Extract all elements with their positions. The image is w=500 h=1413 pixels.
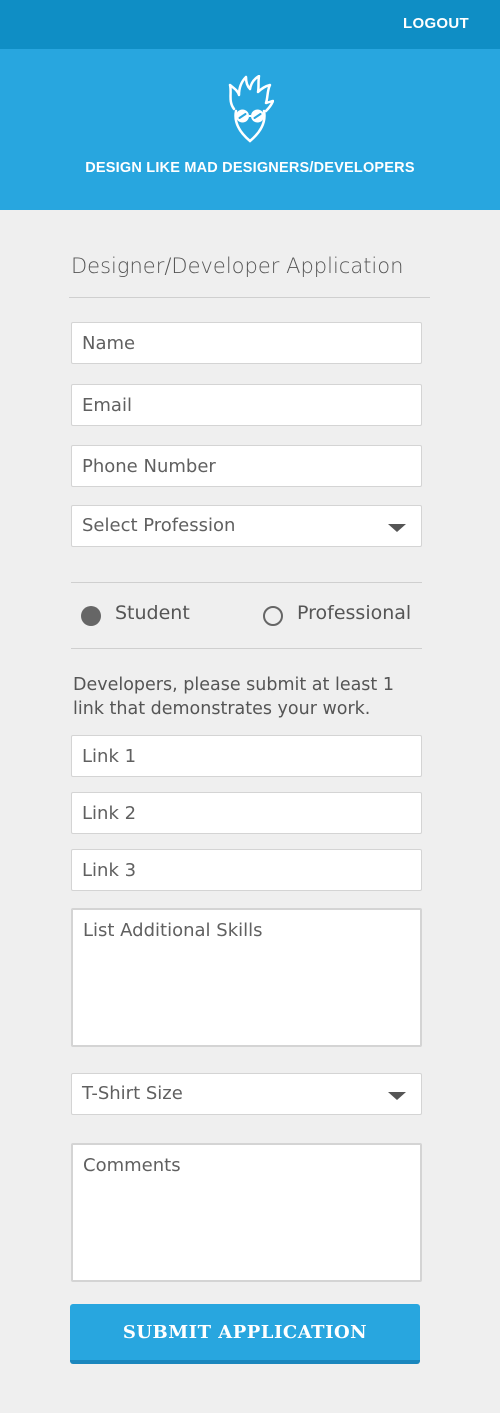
skills-textarea[interactable] xyxy=(71,908,422,1047)
name-input[interactable] xyxy=(71,322,422,364)
form-title: Designer/Developer Application xyxy=(71,254,404,278)
chevron-down-icon xyxy=(388,524,406,532)
title-divider xyxy=(69,297,430,298)
submit-application-button[interactable]: SUBMIT APPLICATION xyxy=(70,1304,420,1364)
phone-input[interactable] xyxy=(71,445,422,487)
tshirt-size-select[interactable]: T-Shirt Size xyxy=(71,1073,422,1115)
radio-divider-bottom xyxy=(71,648,422,649)
links-instruction: Developers, please submit at least 1 lin… xyxy=(73,675,394,719)
top-bar: LOGOUT xyxy=(0,0,500,49)
comments-textarea[interactable] xyxy=(71,1143,422,1282)
mad-designer-logo-icon xyxy=(228,75,274,143)
radio-divider-top xyxy=(71,582,422,583)
radio-professional-label: Professional xyxy=(297,602,412,624)
site-tagline: DESIGN LIKE MAD DESIGNERS/DEVELOPERS xyxy=(85,160,415,176)
hero-banner: DESIGN LIKE MAD DESIGNERS/DEVELOPERS xyxy=(0,49,500,210)
radio-unselected-icon xyxy=(263,606,283,626)
tshirt-size-select-label: T-Shirt Size xyxy=(82,1083,183,1104)
email-input[interactable] xyxy=(71,384,422,426)
link2-input[interactable] xyxy=(71,792,422,834)
profession-select[interactable]: Select Profession xyxy=(71,505,422,547)
radio-student-label: Student xyxy=(115,602,190,624)
profession-select-label: Select Profession xyxy=(82,515,236,536)
chevron-down-icon xyxy=(388,1092,406,1100)
link1-input[interactable] xyxy=(71,735,422,777)
link3-input[interactable] xyxy=(71,849,422,891)
logout-link[interactable]: LOGOUT xyxy=(403,15,469,32)
radio-selected-icon xyxy=(81,606,101,626)
